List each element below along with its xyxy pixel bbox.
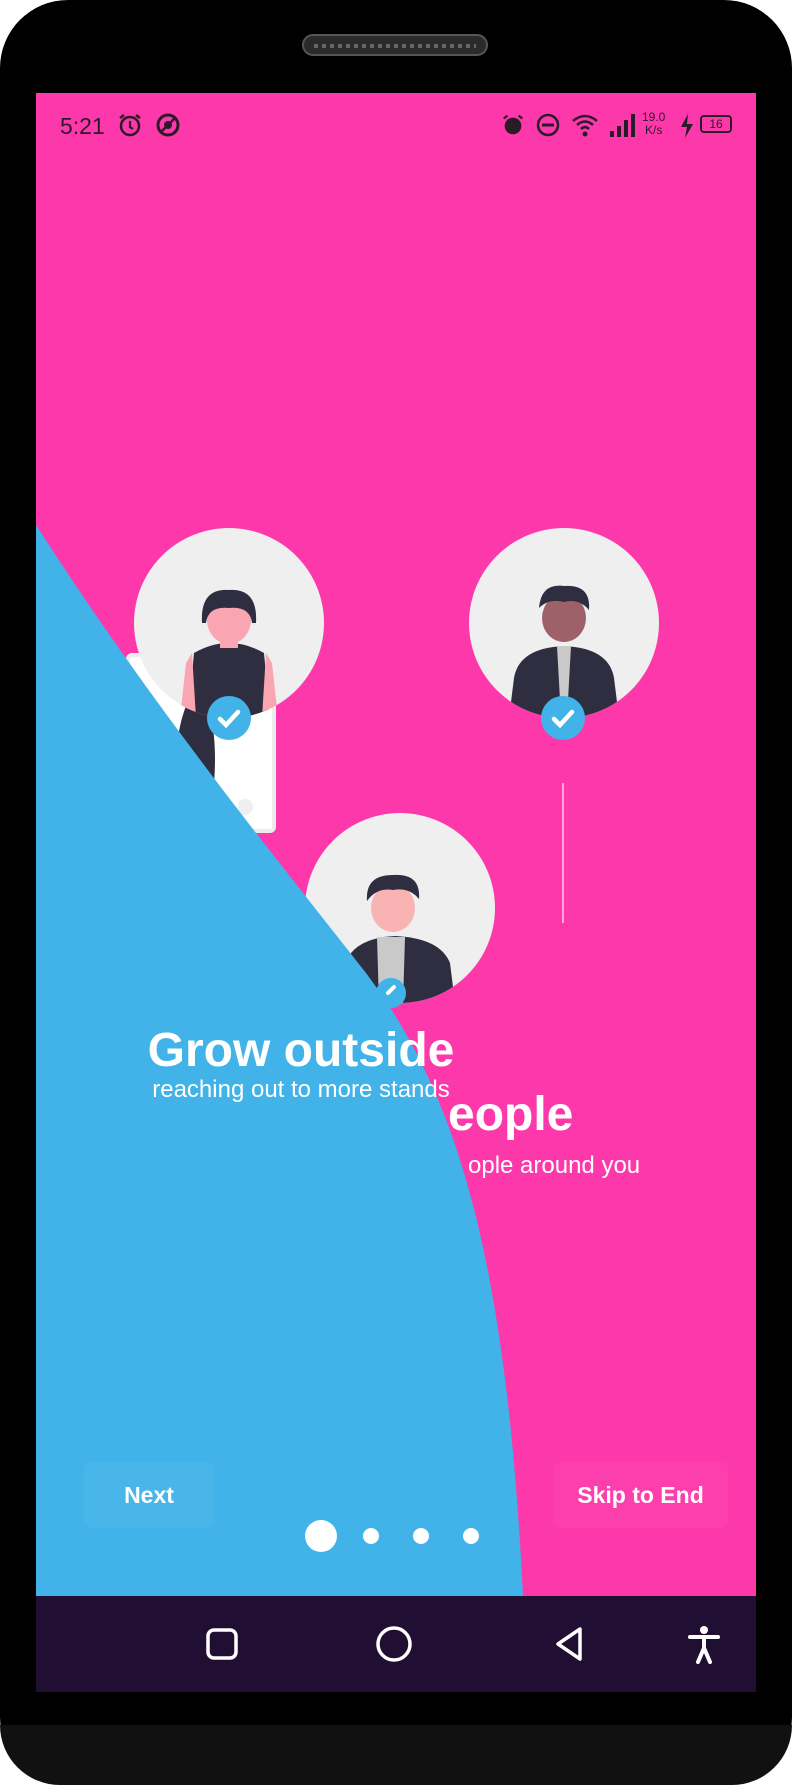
next-button[interactable]: Next <box>84 1462 214 1528</box>
avatar-man-right <box>469 528 659 718</box>
verified-check-icon <box>376 978 406 1008</box>
battery-icon: 16 <box>700 115 732 133</box>
avatar-woman <box>134 528 324 718</box>
app-screen: 5:21 19.0 K/s 16 eople ople around you G… <box>36 93 756 1596</box>
alarm-icon-right <box>503 114 523 135</box>
dnd-icon <box>536 113 560 137</box>
location-icon <box>156 113 180 137</box>
phone-frame: 5:21 19.0 K/s 16 eople ople around you G… <box>0 0 792 1785</box>
recent-apps-icon[interactable] <box>202 1624 242 1664</box>
connector-line <box>562 783 564 923</box>
status-bar: 5:21 19.0 K/s 16 <box>36 93 756 159</box>
back-icon[interactable] <box>550 1624 590 1664</box>
verified-check-icon <box>207 696 251 740</box>
slide-title: Grow outside <box>147 1024 455 1077</box>
signal-icon <box>610 114 635 137</box>
alarm-icon <box>119 114 141 137</box>
page-dot-active[interactable] <box>305 1520 337 1552</box>
phone-chin <box>0 1725 792 1785</box>
page-dot[interactable] <box>413 1528 429 1544</box>
skip-to-end-button[interactable]: Skip to End <box>553 1462 728 1528</box>
network-speed: 19.0 K/s <box>642 111 665 137</box>
speaker-grille <box>302 34 488 56</box>
verified-check-icon <box>541 696 585 740</box>
home-icon[interactable] <box>374 1624 414 1664</box>
android-nav-bar <box>36 1596 756 1692</box>
avatar-man-center <box>305 813 495 1003</box>
page-dot[interactable] <box>463 1528 479 1544</box>
charging-icon <box>681 114 693 138</box>
speed-unit: K/s <box>645 123 663 137</box>
page-dot[interactable] <box>363 1528 379 1544</box>
status-time: 5:21 <box>60 113 105 139</box>
wifi-icon <box>572 114 598 137</box>
accessibility-icon[interactable] <box>684 1624 724 1664</box>
slide-subtitle: reaching out to more stands <box>152 1076 450 1103</box>
slide-behind-subtitle: ople around you <box>468 1152 641 1179</box>
connector-line <box>237 783 239 873</box>
